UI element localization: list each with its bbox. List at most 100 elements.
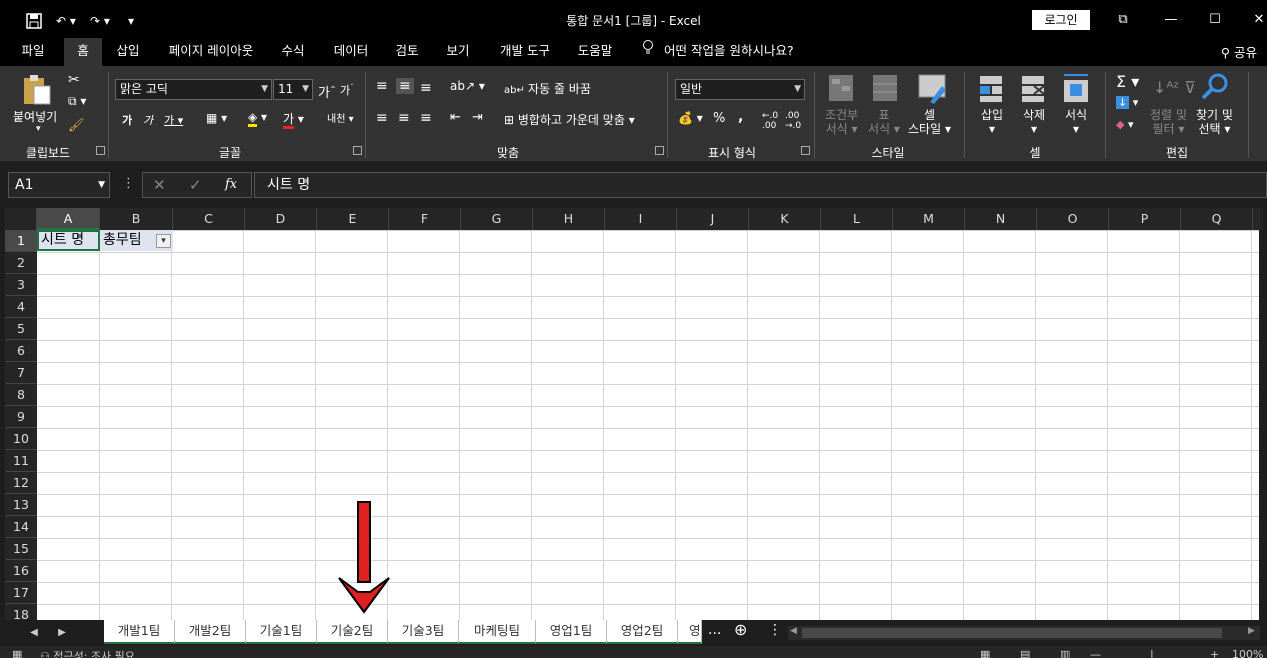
horizontal-scroll-thumb[interactable] xyxy=(802,628,1222,638)
tab-page-layout[interactable]: 페이지 레이아웃 xyxy=(158,38,264,66)
increase-decimal-icon[interactable]: ←.0.00 xyxy=(762,111,778,131)
font-size-select[interactable]: 11 ▼ xyxy=(273,79,313,100)
wrap-text-button[interactable]: ab↵ 자동 줄 바꿈 xyxy=(504,80,591,97)
fill-icon[interactable]: ↓ ▾ xyxy=(1116,96,1138,109)
format-as-table-icon[interactable] xyxy=(872,74,900,107)
tab-data[interactable]: 데이터 xyxy=(324,38,378,66)
autosum-icon[interactable]: Σ ▾ xyxy=(1116,72,1139,91)
cell-area[interactable] xyxy=(37,230,1263,620)
tab-options-icon[interactable]: ⋮ xyxy=(768,622,782,638)
zoom-in-icon[interactable]: + xyxy=(1210,648,1219,658)
tab-developer[interactable]: 개발 도구 xyxy=(490,38,560,66)
column-header-k[interactable]: K xyxy=(749,208,821,230)
maximize-icon[interactable]: ☐ xyxy=(1204,10,1226,30)
insert-cells-button[interactable]: 삽입 ▾ xyxy=(981,108,1003,136)
sheet-tab-tech2[interactable]: 기술2팀 xyxy=(317,620,388,644)
column-header-o[interactable]: O xyxy=(1037,208,1109,230)
decrease-decimal-icon[interactable]: .00 →.0 xyxy=(785,111,801,131)
row-header[interactable]: 8 xyxy=(5,384,37,406)
clipboard-launcher-icon[interactable] xyxy=(96,146,105,155)
percent-button[interactable]: % xyxy=(713,111,725,126)
column-header-l[interactable]: L xyxy=(821,208,893,230)
column-header-n[interactable]: N xyxy=(965,208,1037,230)
sort-filter-icon[interactable]: ↓ᴬᶻ ⊽ xyxy=(1153,78,1196,97)
enter-icon[interactable]: ✓ xyxy=(189,176,202,194)
column-header-m[interactable]: M xyxy=(893,208,965,230)
sheet-tab-marketing[interactable]: 마케팅팀 xyxy=(459,620,536,644)
column-header-q[interactable]: Q xyxy=(1181,208,1253,230)
zoom-slider[interactable]: | xyxy=(1150,648,1154,658)
column-header-a[interactable]: A xyxy=(37,208,100,230)
login-button[interactable]: 로그인 xyxy=(1032,10,1090,30)
alignment-launcher-icon[interactable] xyxy=(655,146,664,155)
vertical-scrollbar[interactable] xyxy=(1259,230,1267,620)
horizontal-scrollbar[interactable]: ◀ ▶ xyxy=(788,626,1260,640)
row-header[interactable]: 16 xyxy=(5,560,37,582)
row-header[interactable]: 13 xyxy=(5,494,37,516)
cell-styles-icon[interactable] xyxy=(918,74,948,107)
save-icon[interactable] xyxy=(26,11,44,31)
sheet-tab-dev2[interactable]: 개발2팀 xyxy=(175,620,246,644)
cancel-icon[interactable]: ✕ xyxy=(153,176,166,194)
find-select-button[interactable]: 찾기 및 선택 ▾ xyxy=(1196,108,1233,136)
add-sheet-icon[interactable]: ⊕ xyxy=(734,620,747,639)
font-color-icon[interactable]: 가 ▾ xyxy=(283,110,304,129)
filter-dropdown-icon[interactable]: ▾ xyxy=(156,234,171,248)
row-header[interactable]: 18 xyxy=(5,604,37,620)
sheet-tab-sales2[interactable]: 영업2팀 xyxy=(607,620,678,644)
tab-review[interactable]: 검토 xyxy=(386,38,428,66)
align-center-icon[interactable]: ≡ xyxy=(398,110,410,126)
column-header-j[interactable]: J xyxy=(677,208,749,230)
format-cells-icon[interactable] xyxy=(1062,72,1092,107)
row-header[interactable]: 5 xyxy=(5,318,37,340)
more-sheets-button[interactable]: ... xyxy=(708,622,721,638)
redo-icon[interactable]: ↷ ▾ xyxy=(90,11,118,31)
italic-icon[interactable]: 가 xyxy=(143,112,153,128)
paste-icon[interactable] xyxy=(22,74,52,109)
format-painter-icon[interactable]: 🖌 xyxy=(68,118,85,133)
conditional-format-icon[interactable] xyxy=(828,74,856,107)
align-right-icon[interactable]: ≡ xyxy=(420,110,432,126)
fill-color-icon[interactable]: ◈ ▾ xyxy=(248,110,267,127)
page-break-view-icon[interactable]: ▥ xyxy=(1060,648,1070,658)
customize-toolbar-icon[interactable]: ▾ xyxy=(128,11,142,31)
tab-insert[interactable]: 삽입 xyxy=(108,38,148,66)
name-box[interactable]: A1 ▼ xyxy=(8,172,110,198)
decrease-indent-icon[interactable]: ⇤ xyxy=(450,110,461,125)
align-left-icon[interactable]: ≡ xyxy=(376,110,388,126)
accounting-format-icon[interactable]: 💰 ▾ xyxy=(678,111,703,125)
tab-view[interactable]: 보기 xyxy=(436,38,480,66)
row-header[interactable]: 2 xyxy=(5,252,37,274)
column-header-b[interactable]: B xyxy=(100,208,173,230)
column-header-i[interactable]: I xyxy=(605,208,677,230)
number-format-select[interactable]: 일반 ▼ xyxy=(675,79,805,100)
number-launcher-icon[interactable] xyxy=(801,146,810,155)
sort-filter-button[interactable]: 정렬 및 필터 ▾ xyxy=(1150,108,1187,136)
insert-cells-icon[interactable] xyxy=(978,74,1006,107)
row-header[interactable]: 12 xyxy=(5,472,37,494)
row-header[interactable]: 7 xyxy=(5,362,37,384)
bold-icon[interactable]: 가 xyxy=(122,112,132,128)
sheet-tab-sales1[interactable]: 영업1팀 xyxy=(536,620,607,644)
increase-indent-icon[interactable]: ⇥ xyxy=(472,110,483,125)
underline-icon[interactable]: 가 ▾ xyxy=(164,112,183,128)
row-header[interactable]: 3 xyxy=(5,274,37,296)
sheet-tab-tech3[interactable]: 기술3팀 xyxy=(388,620,459,644)
prev-sheet-icon[interactable]: ◀ xyxy=(26,624,42,642)
row-header[interactable]: 17 xyxy=(5,582,37,604)
delete-cells-icon[interactable] xyxy=(1020,74,1048,107)
column-header-p[interactable]: P xyxy=(1109,208,1181,230)
phonetic-icon[interactable]: 내천 ▾ xyxy=(327,110,354,125)
accessibility-status[interactable]: ⚇ 접근성: 조사 필요 xyxy=(40,648,135,658)
format-cells-button[interactable]: 서식 ▾ xyxy=(1065,108,1087,136)
row-header[interactable]: 15 xyxy=(5,538,37,560)
row-header[interactable]: 4 xyxy=(5,296,37,318)
minimize-icon[interactable]: — xyxy=(1160,10,1182,30)
close-icon[interactable]: ✕ xyxy=(1248,10,1267,30)
row-header[interactable]: 10 xyxy=(5,428,37,450)
row-header[interactable]: 6 xyxy=(5,340,37,362)
more-options-icon[interactable]: ⋮ xyxy=(122,176,135,191)
clear-icon[interactable]: ◆ ▾ xyxy=(1116,118,1134,131)
find-select-icon[interactable] xyxy=(1200,72,1230,105)
sheet-tab-truncated[interactable]: 영 xyxy=(678,620,702,644)
